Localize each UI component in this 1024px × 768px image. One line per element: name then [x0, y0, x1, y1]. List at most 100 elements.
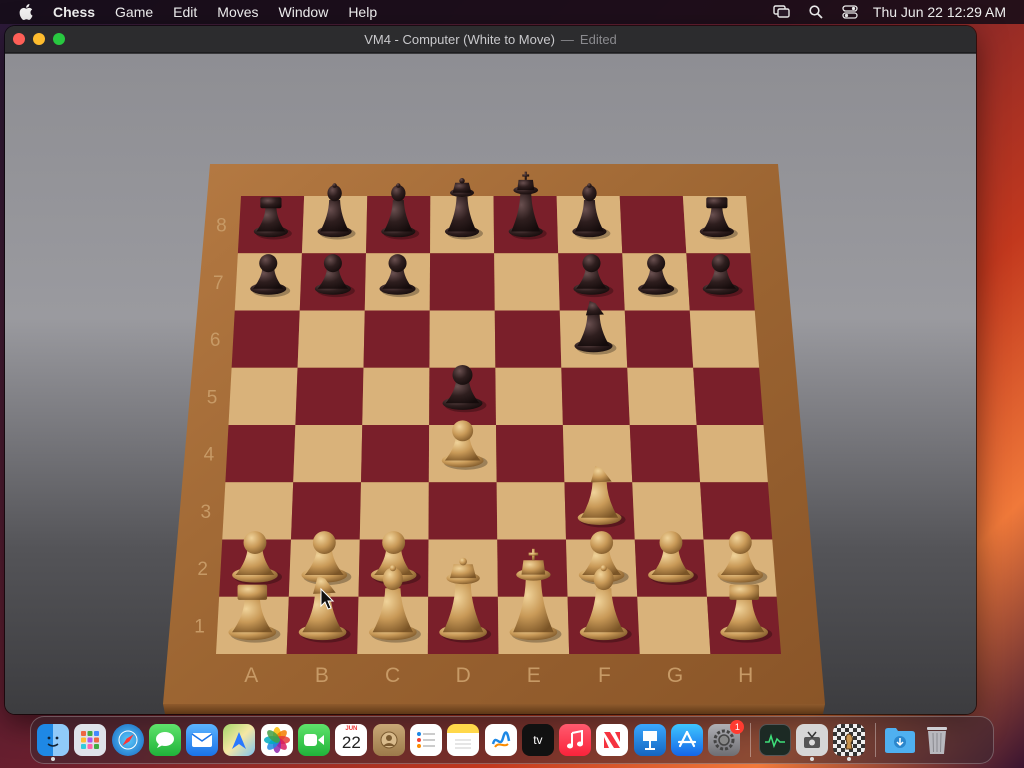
square-g3[interactable] [632, 482, 704, 540]
chess-board[interactable]: A B C D E F G H 1 2 3 4 5 6 7 8 [5, 54, 976, 714]
square-b5[interactable] [295, 367, 364, 425]
menu-help[interactable]: Help [348, 0, 377, 24]
square-a6[interactable] [231, 310, 300, 368]
file-label-g: G [667, 664, 683, 687]
board-scene: A B C D E F G H 1 2 3 4 5 6 7 8 [5, 54, 976, 714]
square-b3[interactable] [291, 482, 361, 540]
dock-reminders-icon[interactable] [409, 724, 442, 756]
square-e5[interactable] [495, 367, 563, 425]
dock-safari-icon[interactable] [111, 724, 144, 756]
file-label-d: D [456, 664, 471, 687]
square-g5[interactable] [627, 367, 697, 425]
dock: JUN 22 tv 1 [30, 716, 994, 764]
dock-messages-icon[interactable] [148, 724, 181, 756]
settings-update-badge: 1 [730, 720, 745, 734]
title-edited-status: Edited [579, 31, 617, 47]
dock-trash-icon[interactable] [921, 724, 953, 756]
calendar-day: 22 [341, 733, 361, 752]
dock-separator [749, 723, 751, 757]
menu-edit[interactable]: Edit [173, 0, 197, 24]
dock-maps-icon[interactable] [223, 724, 256, 756]
square-a4[interactable] [225, 425, 296, 483]
square-h4[interactable] [696, 425, 768, 483]
dock-contacts-icon[interactable] [372, 724, 405, 756]
dock-separator-2 [874, 723, 876, 757]
window-title: VM4 - Computer (White to Move) [364, 31, 555, 47]
dock-chess-icon[interactable] [833, 724, 866, 761]
dock-activity-monitor-icon[interactable] [758, 724, 791, 756]
rank-label-4: 4 [204, 445, 215, 466]
tv-icon-label: tv [533, 733, 543, 747]
dock-system-settings-icon[interactable]: 1 [708, 720, 745, 756]
board-squares [216, 196, 781, 654]
square-c3[interactable] [359, 482, 429, 540]
dock-downloads-folder-icon[interactable] [884, 724, 916, 756]
dock-music-icon[interactable] [559, 724, 592, 756]
dock-notes-icon[interactable] [447, 724, 480, 756]
square-g1[interactable] [637, 596, 711, 654]
square-f5[interactable] [561, 367, 630, 425]
minimize-window-button[interactable] [33, 33, 45, 45]
file-label-c: C [385, 664, 400, 687]
dock-app-store-icon[interactable] [671, 724, 704, 756]
title-separator: — [560, 31, 574, 47]
square-a5[interactable] [228, 367, 298, 425]
square-b6[interactable] [297, 310, 365, 368]
zoom-window-button[interactable] [53, 33, 65, 45]
menu-game[interactable]: Game [115, 0, 153, 24]
rank-label-6: 6 [210, 330, 221, 351]
square-c6[interactable] [363, 310, 430, 368]
square-g4[interactable] [629, 425, 701, 483]
square-g8[interactable] [619, 196, 687, 254]
file-label-e: E [527, 664, 541, 687]
square-a3[interactable] [222, 482, 294, 540]
square-g6[interactable] [624, 310, 694, 368]
dock-calendar-icon[interactable]: JUN 22 [335, 724, 368, 756]
spotlight-search-icon[interactable] [807, 4, 825, 20]
square-c4[interactable] [361, 425, 430, 483]
dock-news-icon[interactable] [596, 724, 629, 756]
square-e3[interactable] [496, 482, 566, 540]
dock-finder-icon[interactable] [37, 724, 69, 761]
rank-label-5: 5 [207, 387, 218, 408]
square-c5[interactable] [362, 367, 430, 425]
close-window-button[interactable] [13, 33, 25, 45]
square-b4[interactable] [293, 425, 363, 483]
rank-label-3: 3 [201, 502, 212, 523]
dock-launchpad-icon[interactable] [74, 724, 107, 756]
dock-mail-icon[interactable] [186, 724, 219, 756]
menu-app-chess[interactable]: Chess [53, 0, 95, 24]
menu-bar-clock[interactable]: Thu Jun 22 12:29 AM [873, 4, 1006, 20]
file-label-f: F [598, 664, 611, 687]
rank-label-8: 8 [216, 216, 227, 237]
file-label-a: A [244, 664, 258, 687]
file-label-b: B [315, 664, 329, 687]
rank-label-1: 1 [194, 616, 205, 637]
control-center-icon[interactable] [841, 4, 859, 20]
square-d7[interactable] [429, 253, 495, 311]
dock-photos-icon[interactable] [260, 724, 293, 756]
dock-screenshot-icon[interactable] [795, 724, 828, 761]
calendar-month: JUN [345, 726, 358, 732]
rank-label-2: 2 [197, 559, 208, 580]
menu-bar: Chess Game Edit Moves Window Help Thu Ju… [0, 0, 1024, 24]
dock-tv-icon[interactable]: tv [521, 724, 554, 756]
square-d6[interactable] [429, 310, 496, 368]
square-e4[interactable] [496, 425, 565, 483]
rank-label-7: 7 [213, 273, 224, 294]
menu-moves[interactable]: Moves [217, 0, 258, 24]
screen-mirroring-icon[interactable] [773, 4, 791, 20]
apple-menu-icon[interactable] [17, 3, 35, 21]
square-h5[interactable] [693, 367, 764, 425]
menu-window[interactable]: Window [279, 0, 329, 24]
square-e6[interactable] [494, 310, 562, 368]
title-bar[interactable]: VM4 - Computer (White to Move) — Edited [5, 26, 976, 53]
dock-keynote-icon[interactable] [633, 724, 666, 756]
square-h3[interactable] [700, 482, 773, 540]
dock-facetime-icon[interactable] [298, 724, 331, 756]
square-d3[interactable] [428, 482, 498, 540]
square-e7[interactable] [494, 253, 560, 311]
chess-window: VM4 - Computer (White to Move) — Edited [5, 26, 976, 714]
dock-freeform-icon[interactable] [484, 724, 517, 756]
square-h6[interactable] [689, 310, 760, 368]
